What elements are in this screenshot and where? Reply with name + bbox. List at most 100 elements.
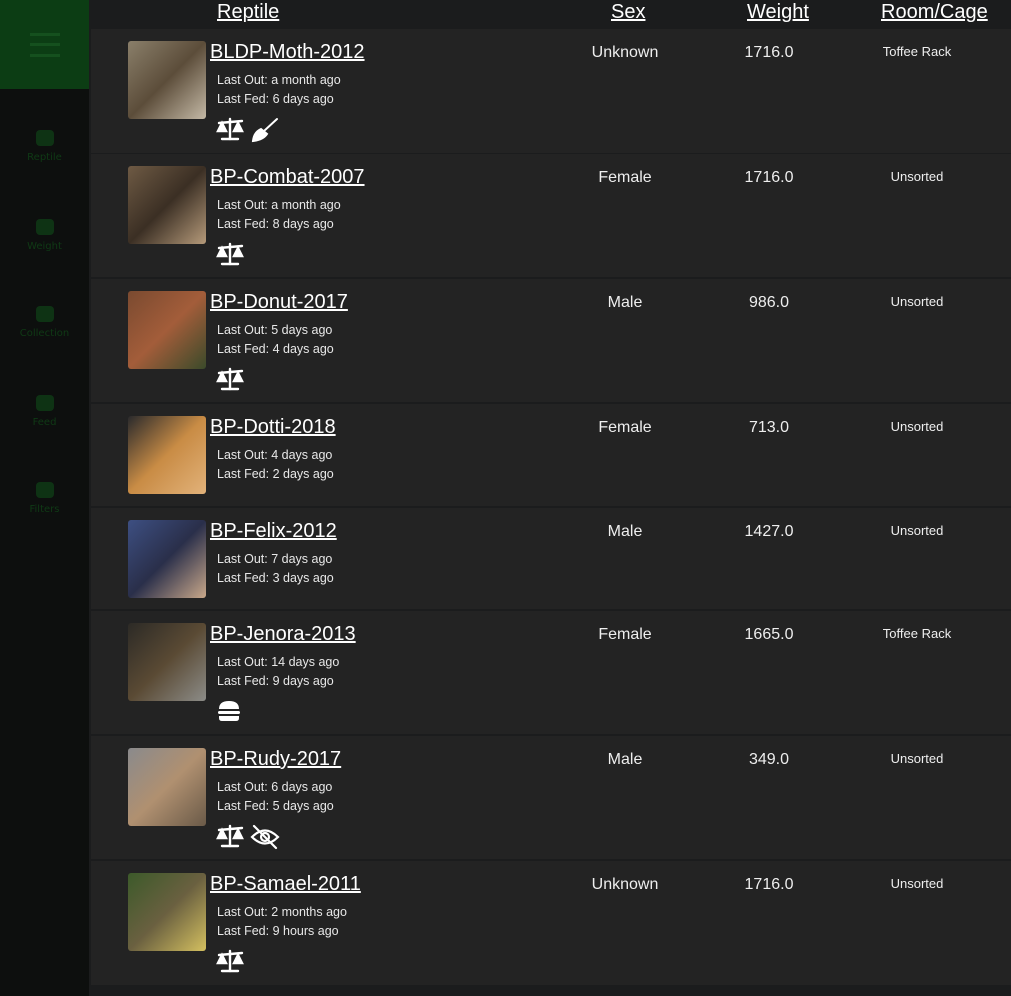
sidebar-item-reptile[interactable]: Reptile — [0, 130, 89, 163]
last-fed-text: Last Fed: 8 days ago — [217, 217, 334, 231]
reptile-weight: 986.0 — [748, 294, 790, 311]
reptile-name-link[interactable]: BP-Dotti-2018 — [210, 416, 336, 439]
reptile-photo[interactable] — [128, 291, 206, 369]
reptile-icon — [35, 130, 54, 146]
sidebar-item-label: Reptile — [27, 152, 62, 163]
column-header-reptile[interactable]: Reptile — [217, 1, 279, 24]
reptile-name-link[interactable]: BLDP-Moth-2012 — [210, 41, 365, 64]
reptile-photo[interactable] — [128, 623, 206, 701]
status-icons — [216, 367, 246, 393]
scale-icon[interactable] — [216, 242, 246, 268]
sidebar-item-label: Filters — [29, 504, 60, 515]
table-row[interactable]: BP-Rudy-2017 Last Out: 6 days ago Last F… — [91, 736, 1011, 859]
reptile-name-link[interactable]: BP-Rudy-2017 — [210, 748, 341, 771]
last-out-text: Last Out: 2 months ago — [217, 905, 347, 919]
menu-icon — [29, 32, 60, 57]
filter-icon — [35, 482, 54, 498]
reptile-weight: 1665.0 — [744, 626, 794, 643]
reptile-photo[interactable] — [128, 416, 206, 494]
feed-icon — [35, 395, 54, 411]
reptile-photo[interactable] — [128, 748, 206, 826]
scale-icon — [35, 219, 54, 235]
reptile-weight: 713.0 — [748, 419, 790, 436]
last-fed-text: Last Fed: 3 days ago — [217, 571, 334, 585]
reptile-name-link[interactable]: BP-Donut-2017 — [210, 291, 348, 314]
reptile-room: Unsorted — [890, 419, 944, 434]
reptile-weight: 1716.0 — [744, 44, 794, 61]
eye-slash-icon[interactable] — [250, 824, 280, 850]
last-fed-text: Last Fed: 9 hours ago — [217, 924, 339, 938]
reptile-sex: Male — [607, 523, 643, 540]
reptile-sex: Unknown — [591, 44, 659, 61]
last-out-text: Last Out: 5 days ago — [217, 323, 333, 337]
column-header-sex[interactable]: Sex — [611, 1, 645, 24]
table-header: Reptile Sex Weight Room/Cage — [89, 0, 1011, 28]
sidebar-item-feed[interactable]: Feed — [0, 395, 89, 428]
reptile-photo[interactable] — [128, 166, 206, 244]
last-fed-text: Last Fed: 9 days ago — [217, 674, 334, 688]
reptile-weight: 1427.0 — [744, 523, 794, 540]
scale-icon[interactable] — [216, 117, 246, 143]
reptile-sex: Male — [607, 294, 643, 311]
last-out-text: Last Out: 6 days ago — [217, 780, 333, 794]
reptile-room: Unsorted — [890, 294, 944, 309]
sidebar-item-label: Collection — [19, 328, 70, 339]
last-fed-text: Last Fed: 4 days ago — [217, 342, 334, 356]
burger-icon[interactable] — [216, 699, 242, 723]
table-row[interactable]: BP-Jenora-2013 Last Out: 14 days ago Las… — [91, 611, 1011, 734]
sidebar-item-collection[interactable]: Collection — [0, 306, 89, 339]
table-row[interactable]: BP-Dotti-2018 Last Out: 4 days ago Last … — [91, 404, 1011, 506]
table-row[interactable]: BP-Felix-2012 Last Out: 7 days ago Last … — [91, 508, 1011, 609]
status-icons — [216, 117, 280, 143]
collection-icon — [35, 306, 54, 322]
sidebar-item-label: Weight — [27, 241, 62, 252]
reptile-room: Toffee Rack — [882, 44, 952, 59]
sidebar-logo[interactable] — [0, 0, 89, 89]
status-icons — [216, 824, 280, 850]
last-out-text: Last Out: a month ago — [217, 198, 341, 212]
reptile-room: Unsorted — [890, 169, 944, 184]
last-out-text: Last Out: 7 days ago — [217, 552, 333, 566]
last-out-text: Last Out: 4 days ago — [217, 448, 333, 462]
sidebar-item-filters[interactable]: Filters — [0, 482, 89, 515]
reptile-name-link[interactable]: BP-Felix-2012 — [210, 520, 337, 543]
status-icons — [216, 699, 242, 723]
sidebar-item-label: Feed — [32, 417, 57, 428]
reptile-room: Toffee Rack — [882, 626, 952, 641]
reptile-photo[interactable] — [128, 41, 206, 119]
reptile-weight: 349.0 — [748, 751, 790, 768]
reptile-sex: Male — [607, 751, 643, 768]
reptile-name-link[interactable]: BP-Jenora-2013 — [210, 623, 356, 646]
last-fed-text: Last Fed: 2 days ago — [217, 467, 334, 481]
column-header-room[interactable]: Room/Cage — [881, 1, 988, 24]
reptile-sex: Female — [598, 169, 652, 186]
last-fed-text: Last Fed: 6 days ago — [217, 92, 334, 106]
reptile-name-link[interactable]: BP-Samael-2011 — [210, 873, 361, 896]
status-icons — [216, 242, 246, 268]
table-row[interactable]: BP-Samael-2011 Last Out: 2 months ago La… — [91, 861, 1011, 985]
reptile-photo[interactable] — [128, 520, 206, 598]
reptile-sex: Female — [598, 419, 652, 436]
reptile-room: Unsorted — [890, 876, 944, 891]
reptile-sex: Female — [598, 626, 652, 643]
scale-icon[interactable] — [216, 949, 246, 975]
status-icons — [216, 949, 246, 975]
sidebar-item-weight[interactable]: Weight — [0, 219, 89, 252]
table-row[interactable]: BP-Combat-2007 Last Out: a month ago Las… — [91, 154, 1011, 277]
table-row[interactable]: BLDP-Moth-2012 Last Out: a month ago Las… — [91, 29, 1011, 153]
last-fed-text: Last Fed: 5 days ago — [217, 799, 334, 813]
last-out-text: Last Out: 14 days ago — [217, 655, 340, 669]
scale-icon[interactable] — [216, 824, 246, 850]
reptile-weight: 1716.0 — [744, 876, 794, 893]
main-content: Reptile Sex Weight Room/Cage BLDP-Moth-2… — [89, 0, 1011, 996]
reptile-sex: Unknown — [591, 876, 659, 893]
broom-icon[interactable] — [250, 117, 280, 143]
reptile-photo[interactable] — [128, 873, 206, 951]
scale-icon[interactable] — [216, 367, 246, 393]
column-header-weight[interactable]: Weight — [747, 1, 809, 24]
table-row[interactable]: BP-Donut-2017 Last Out: 5 days ago Last … — [91, 279, 1011, 402]
sidebar: Reptile Weight Collection Feed Filters — [0, 0, 89, 996]
reptile-name-link[interactable]: BP-Combat-2007 — [210, 166, 365, 189]
reptile-room: Unsorted — [890, 751, 944, 766]
reptile-room: Unsorted — [890, 523, 944, 538]
